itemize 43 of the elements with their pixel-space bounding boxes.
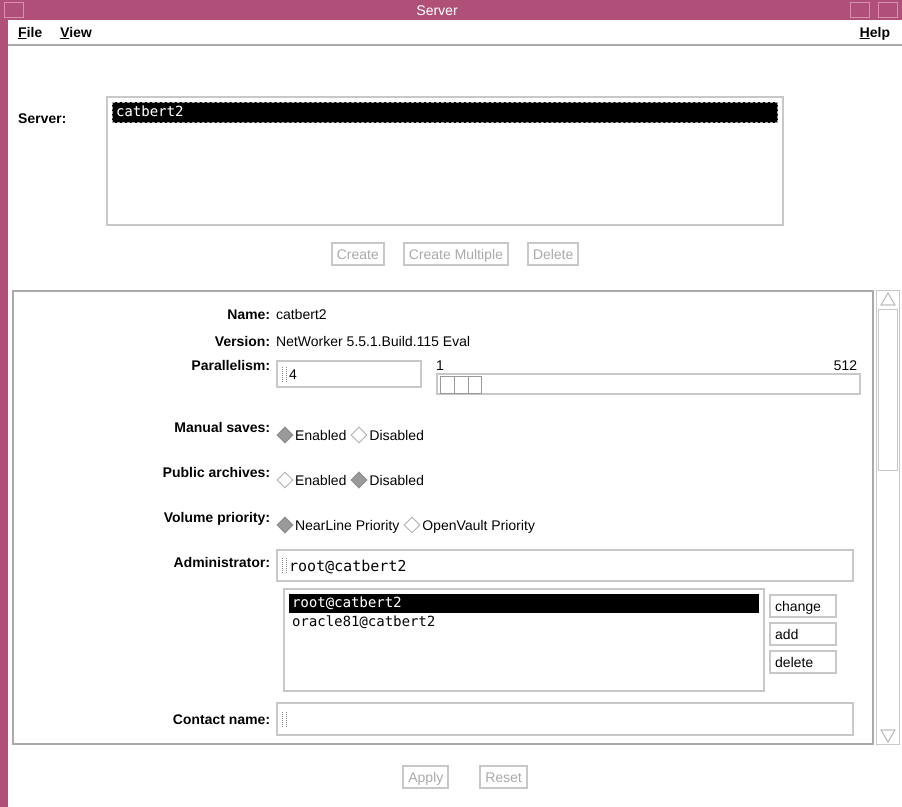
scroll-down-icon[interactable] [879, 728, 897, 744]
window-menu-icon[interactable] [4, 2, 24, 18]
field-label: Public archives: [162, 464, 270, 480]
radio-label[interactable]: Enabled [295, 472, 346, 488]
slider-max-label: 512 [834, 357, 857, 373]
list-item[interactable]: root@catbert2 [289, 594, 759, 613]
scrollbar[interactable] [876, 290, 900, 745]
field-label: Version: [214, 333, 270, 349]
radio-label[interactable]: OpenVault Priority [422, 517, 535, 533]
field-value: NetWorker 5.5.1.Build.115 Eval [276, 333, 470, 349]
radio-label[interactable]: NearLine Priority [295, 517, 400, 533]
administrator-list[interactable]: root@catbert2 oracle81@catbert2 [283, 588, 765, 692]
menu-item[interactable]: View [60, 24, 92, 40]
input-field[interactable]: root@catbert2 [276, 549, 854, 582]
field-label: Manual saves: [173, 419, 270, 435]
field-label: Contact name: [172, 710, 270, 727]
field-value: catbert2 [276, 306, 327, 322]
slider-thumb[interactable] [440, 376, 482, 394]
list-item[interactable]: oracle81@catbert2 [289, 613, 759, 632]
list-action-button[interactable]: delete [769, 650, 837, 674]
list-item[interactable]: catbert2 [112, 102, 778, 123]
window-title: Server [415, 2, 459, 18]
field-label: Name: [226, 306, 270, 322]
minimize-icon[interactable] [850, 2, 870, 18]
field-label: Parallelism: [190, 357, 270, 373]
radio-label[interactable]: Disabled [369, 427, 424, 443]
menu-item[interactable]: File [18, 24, 42, 40]
scrollbar-thumb[interactable] [878, 309, 898, 471]
slider-min-label: 1 [436, 357, 444, 373]
scroll-up-icon[interactable] [879, 291, 897, 307]
input-field[interactable] [276, 702, 854, 736]
list-action-button[interactable]: change [769, 594, 837, 618]
server-list[interactable]: catbert2 [106, 96, 784, 226]
maximize-icon[interactable] [878, 2, 898, 18]
field-label: Administrator: [172, 553, 270, 570]
input-field[interactable]: 4 [276, 360, 422, 388]
menu-item[interactable]: Help [860, 24, 890, 40]
radio-label[interactable]: Disabled [369, 472, 424, 488]
slider-track[interactable] [436, 373, 861, 395]
list-action-button[interactable]: add [769, 622, 837, 646]
radio-label[interactable]: Enabled [295, 427, 346, 443]
field-label: Server: [18, 109, 68, 128]
field-label: Volume priority: [162, 509, 270, 525]
